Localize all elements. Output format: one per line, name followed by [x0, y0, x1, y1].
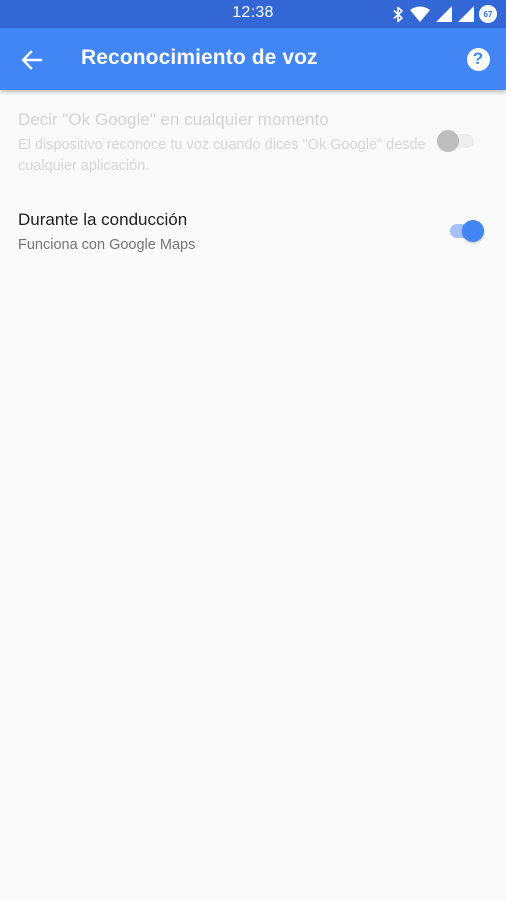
page-title: Reconocimiento de voz: [81, 46, 318, 69]
arrow-back-icon: [21, 50, 43, 70]
driving-toggle[interactable]: [446, 216, 490, 246]
ok-google-toggle: [436, 126, 480, 156]
help-button[interactable]: ?: [463, 44, 493, 74]
app-bar: Reconocimiento de voz ?: [0, 28, 506, 90]
back-button[interactable]: [14, 42, 50, 78]
setting-driving[interactable]: Durante la conducción Funciona con Googl…: [0, 200, 506, 270]
wifi-icon: [410, 6, 430, 22]
help-icon: ?: [466, 47, 490, 71]
setting-title: Durante la conducción: [18, 210, 188, 229]
bluetooth-icon: [393, 6, 403, 22]
setting-subtitle: Funciona con Google Maps: [18, 237, 196, 253]
status-bar: 12:38 67: [0, 0, 506, 28]
toggle-thumb: [462, 220, 484, 242]
setting-title: Decir "Ok Google" en cualquier momento: [18, 110, 329, 129]
status-icons: 67: [392, 5, 496, 23]
signal-icon: [458, 6, 474, 22]
setting-ok-google: Decir "Ok Google" en cualquier momento E…: [0, 100, 506, 180]
signal-icon: [436, 6, 452, 22]
battery-icon: 67: [480, 6, 496, 22]
toggle-thumb: [437, 130, 459, 152]
setting-subtitle: El dispositivo reconoce tu voz cuando di…: [18, 137, 426, 174]
